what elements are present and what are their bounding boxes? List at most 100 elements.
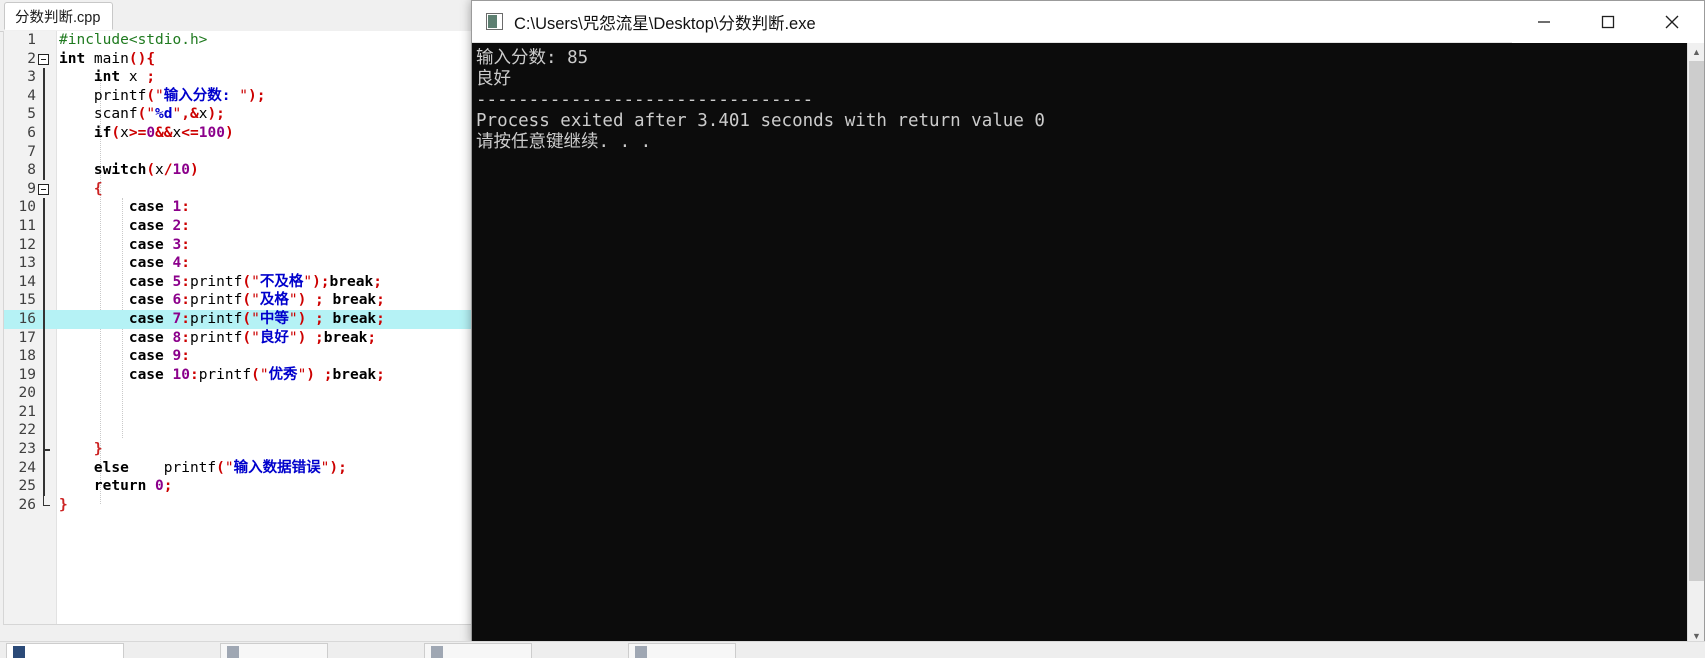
window-icon [635,645,647,658]
line-number: 3 [27,69,36,86]
code-token: 8 [172,329,182,346]
code-text: if(x>=0&&x<=100) [59,124,234,143]
fold-guide-line [43,235,45,255]
code-token: 5 [172,273,182,290]
code-token: " [251,329,260,346]
code-token: 不及格 [259,273,304,290]
code-token: ); [312,273,330,290]
code-token: ( [216,459,225,476]
code-text: case 3: [59,236,190,255]
code-token: <= [181,124,199,141]
line-number: 16 [18,310,36,327]
code-token: : [181,348,190,365]
code-token: case [128,329,164,346]
code-token: : [181,199,190,216]
fold-collapse-icon[interactable] [38,53,49,65]
code-token: %d [155,106,173,123]
code-text: case 7:printf("中等") ; break; [59,310,385,329]
fold-guide-line [43,272,45,292]
fold-guide-line [43,421,45,441]
code-token: x [120,69,147,86]
code-token: ; [376,292,385,309]
code-token: (){ [128,50,156,67]
line-number: 8 [27,162,36,179]
code-text: case 8:printf("良好") ;break; [59,329,376,348]
taskbar-item-app4[interactable] [628,643,736,658]
code-token: printf [189,329,243,346]
code-text: case 9: [59,347,190,366]
code-token: break [332,366,377,383]
code-token: " [288,329,298,346]
code-token: break [332,292,377,309]
minimize-button[interactable] [1512,1,1576,43]
code-text: } [59,440,103,459]
maximize-button[interactable] [1576,1,1640,43]
fold-collapse-icon[interactable] [38,183,49,195]
code-token: ( [242,292,252,309]
code-token: ; [376,310,385,327]
code-token: int [59,50,86,67]
scrollbar-thumb[interactable] [1689,61,1704,581]
code-text: else printf("输入数据错误"); [59,459,347,478]
code-token: " [239,87,248,104]
code-token: ); [247,87,266,104]
fold-guide-line [43,123,45,143]
line-number: 5 [27,106,36,123]
editor-tab-label: 分数判断.cpp [15,9,101,26]
code-token: " [251,292,260,309]
taskbar[interactable] [0,641,1705,658]
code-token: ; [315,292,324,309]
taskbar-item-app2[interactable] [220,643,328,658]
fold-guide-line [43,105,45,124]
console-body[interactable]: 输入分数: 85 良好 ----------------------------… [472,43,1704,644]
code-token: if [93,124,112,141]
code-text: case 4: [59,254,190,273]
window-icon [431,645,443,658]
code-token: 100 [198,124,225,141]
line-number: 4 [27,87,36,104]
code-token: ( [242,273,252,290]
code-token: printf [189,292,243,309]
editor-tab-file[interactable]: 分数判断.cpp [4,2,114,30]
line-number: 2 [27,50,36,67]
close-button[interactable] [1640,1,1704,43]
taskbar-item-app3[interactable] [424,643,532,658]
line-number: 17 [18,329,36,346]
code-token: case [128,199,164,216]
scrollbar-up-arrow[interactable]: ▲ [1688,43,1704,60]
console-window[interactable]: C:\Users\咒怨流星\Desktop\分数判断.exe 输入分数: 85 … [471,0,1705,645]
code-text: case 10:printf("优秀") ;break; [59,366,385,385]
code-token: case [128,273,164,290]
code-text: case 2: [59,217,190,236]
code-token: 0 [146,124,156,141]
code-token: , [181,106,190,123]
code-token: 中等 [259,310,289,327]
code-text: printf("输入分数: "); [59,87,266,106]
code-token: main [85,50,129,67]
console-scrollbar[interactable]: ▲ ▼ [1687,43,1704,644]
code-token: " [288,292,298,309]
code-token: printf [59,87,147,104]
code-token: switch [93,162,147,179]
console-titlebar[interactable]: C:\Users\咒怨流星\Desktop\分数判断.exe [472,1,1704,43]
code-token: : [181,217,190,234]
fold-guide-line [43,347,45,366]
code-token: x [120,124,129,141]
code-token: ) [297,292,307,309]
line-number: 24 [18,459,36,476]
line-number: 21 [18,403,36,420]
taskbar-item-explorer[interactable] [6,643,124,658]
code-text: int x ; [59,68,155,87]
code-token: x [172,124,182,141]
